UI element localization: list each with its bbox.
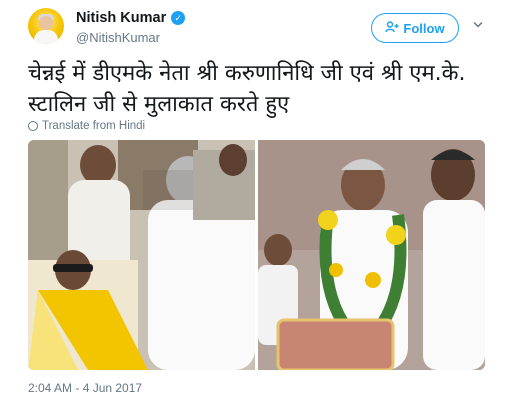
verified-badge-icon: ✓ xyxy=(171,11,186,25)
tweet-photo-1[interactable] xyxy=(28,140,255,370)
follow-button[interactable]: Follow xyxy=(371,13,459,43)
translate-label: Translate from Hindi xyxy=(42,120,146,132)
avatar[interactable] xyxy=(28,8,64,44)
tweet-timestamp[interactable]: 2:04 AM - 4 Jun 2017 xyxy=(28,381,142,395)
tweet-text: चेन्नई में डीएमके नेता श्री करुणानिधि जी… xyxy=(28,61,466,117)
name-row: Nitish Kumar ✓ xyxy=(76,10,186,26)
translate-link[interactable]: Translate from Hindi xyxy=(28,120,145,132)
chevron-down-icon[interactable] xyxy=(473,20,483,30)
user-handle[interactable]: @NitishKumar xyxy=(76,30,160,45)
avatar-body xyxy=(34,30,58,44)
tweet-card: Nitish Kumar ✓ @NitishKumar Follow चेन्न… xyxy=(0,0,513,400)
display-name[interactable]: Nitish Kumar xyxy=(76,10,166,26)
globe-icon xyxy=(28,121,38,131)
avatar-face xyxy=(39,16,53,30)
tweet-photo-2[interactable] xyxy=(258,140,485,370)
add-person-icon xyxy=(385,20,399,36)
follow-label: Follow xyxy=(403,20,445,36)
